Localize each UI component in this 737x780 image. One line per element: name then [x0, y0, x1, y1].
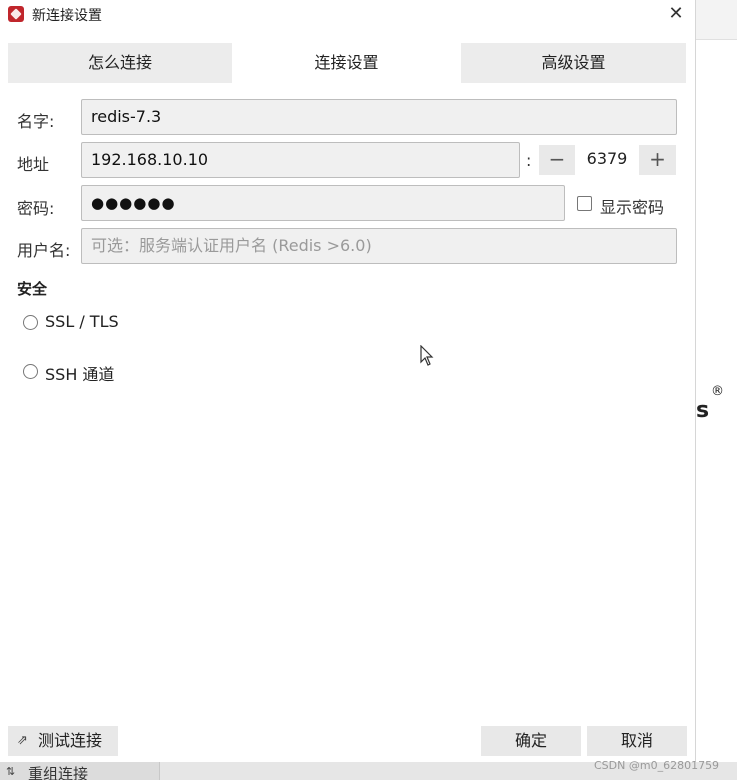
- ssl-tls-label[interactable]: SSL / TLS: [45, 312, 119, 331]
- ok-button[interactable]: 确定: [481, 726, 581, 756]
- address-input-value: 192.168.10.10: [91, 150, 209, 169]
- test-connection-button[interactable]: ⇗ 测试连接: [8, 726, 118, 756]
- address-label: 地址: [17, 155, 50, 174]
- registered-mark: ®: [711, 384, 724, 399]
- watermark: CSDN @m0_62801759: [594, 759, 720, 772]
- port-separator: :: [526, 151, 532, 170]
- background-logo-glyph: s: [696, 398, 710, 423]
- dialog-title: 新连接设置: [32, 8, 102, 24]
- password-input[interactable]: ●●●●●●: [81, 185, 565, 221]
- name-input[interactable]: redis-7.3: [81, 99, 677, 135]
- username-input[interactable]: 可选：服务端认证用户名 (Redis >6.0): [81, 228, 677, 264]
- port-decrement-button[interactable]: −: [539, 145, 575, 175]
- security-heading: 安全: [17, 280, 48, 298]
- show-password-checkbox[interactable]: [577, 196, 592, 211]
- show-password-label[interactable]: 显示密码: [600, 194, 664, 218]
- password-input-value: ●●●●●●: [91, 194, 176, 212]
- app-logo-icon: [8, 6, 24, 22]
- tab-advanced-settings[interactable]: 高级设置: [461, 43, 686, 83]
- port-input[interactable]: 6379: [575, 145, 639, 175]
- name-label: 名字:: [17, 112, 55, 131]
- name-input-value: redis-7.3: [91, 107, 162, 126]
- port-increment-button[interactable]: +: [639, 145, 676, 175]
- mouse-pointer-icon: [420, 345, 434, 366]
- plug-icon: ⇗: [17, 733, 28, 748]
- tab-connection-settings[interactable]: 连接设置: [234, 43, 459, 83]
- sort-icon: ⇅: [6, 765, 16, 778]
- tab-how-to-connect[interactable]: 怎么连接: [8, 43, 232, 83]
- background-bottom-item[interactable]: 重组连接: [28, 763, 88, 780]
- title-bar: 新连接设置 ✕: [0, 0, 696, 30]
- cancel-button[interactable]: 取消: [587, 726, 687, 756]
- username-label: 用户名:: [17, 241, 71, 260]
- close-icon[interactable]: ✕: [664, 2, 688, 26]
- ssh-tunnel-radio[interactable]: [23, 364, 38, 379]
- background-topbar: [696, 0, 737, 40]
- tab-bar: 怎么连接 连接设置 高级设置: [8, 43, 686, 83]
- address-input[interactable]: 192.168.10.10: [81, 142, 520, 178]
- ssl-tls-radio[interactable]: [23, 315, 38, 330]
- password-label: 密码:: [17, 199, 55, 218]
- username-placeholder: 可选：服务端认证用户名 (Redis >6.0): [91, 236, 372, 255]
- new-connection-dialog: 新连接设置 ✕ 怎么连接 连接设置 高级设置 名字: redis-7.3 地址 …: [0, 0, 696, 762]
- test-connection-label: 测试连接: [38, 731, 103, 750]
- ssh-tunnel-label[interactable]: SSH 通道: [45, 361, 114, 385]
